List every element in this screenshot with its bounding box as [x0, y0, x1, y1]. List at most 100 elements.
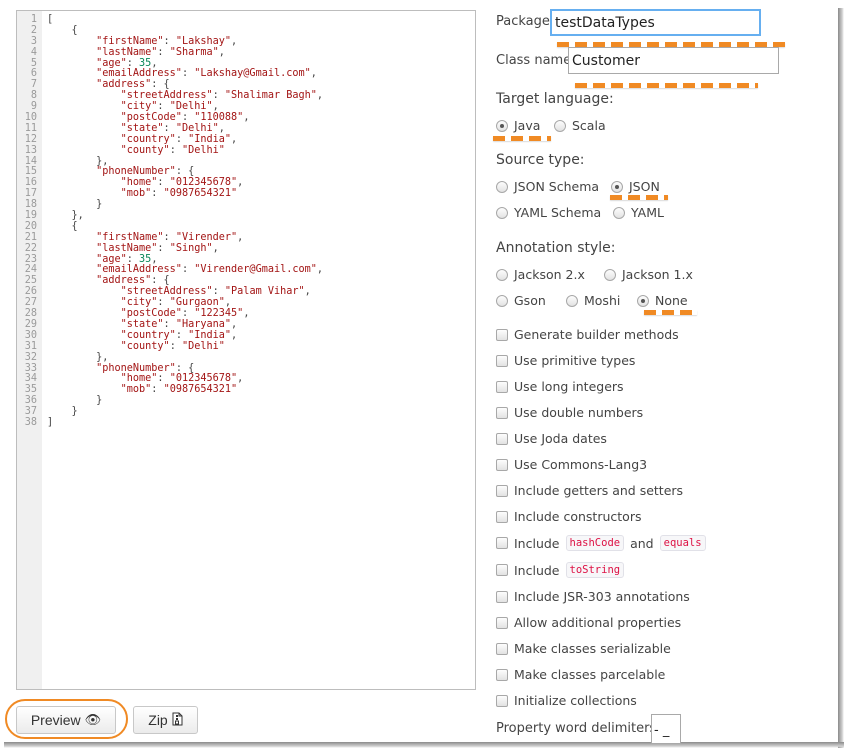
json-punctuation: : [126, 253, 140, 265]
json-punctuation: , [237, 231, 244, 243]
json-punctuation: , [231, 329, 238, 341]
checkbox[interactable] [496, 642, 508, 655]
json-punctuation: : [181, 68, 195, 80]
radio-button[interactable] [613, 206, 625, 219]
annotation-underline [493, 136, 551, 141]
checkbox-label: Use Commons-Lang3 [514, 457, 648, 472]
json-punctuation: , [212, 242, 219, 254]
json-key: "mob" [120, 188, 152, 200]
code-line: 19 }, [17, 210, 475, 222]
radio-button[interactable] [604, 268, 616, 281]
classname-input[interactable] [568, 47, 779, 74]
radio-button[interactable] [496, 180, 508, 193]
checkbox-option[interactable]: Generate builder methods [496, 327, 679, 342]
json-punctuation: : [151, 188, 164, 200]
checkbox[interactable] [496, 668, 508, 681]
checkbox[interactable] [496, 590, 508, 603]
checkbox[interactable] [496, 484, 508, 497]
radio-button[interactable] [637, 294, 649, 307]
checkbox[interactable] [496, 328, 508, 341]
json-string: "India" [188, 329, 232, 341]
radio-yaml[interactable]: YAML [613, 205, 664, 220]
checkbox-label: Make classes serializable [514, 641, 671, 656]
checkbox[interactable] [496, 564, 508, 576]
json-punctuation: : [169, 144, 182, 156]
checkbox-option[interactable]: Include constructors [496, 509, 641, 524]
json-punctuation: : [163, 122, 176, 134]
checkbox-option[interactable]: Use Joda dates [496, 431, 607, 446]
json-key: "postCode" [120, 112, 182, 124]
radio-yaml-schema[interactable]: YAML Schema [496, 205, 601, 220]
checkbox-label: Generate builder methods [514, 327, 679, 342]
json-string: "Delhi" [175, 122, 219, 134]
radio-json-schema[interactable]: JSON Schema [496, 179, 599, 194]
json-key: "state" [120, 122, 164, 134]
radio-scala[interactable]: Scala [554, 118, 606, 133]
checkbox-option[interactable]: Make classes parcelable [496, 667, 665, 682]
checkbox-label: Include constructors [514, 509, 642, 524]
code-area[interactable]: 1[2 {3 "firstName": "Lakshay", 4 "lastNam… [17, 14, 475, 429]
radio-button[interactable] [496, 119, 508, 132]
radio-gson[interactable]: Gson [496, 293, 546, 308]
json-punctuation: [ [47, 14, 54, 25]
radio-button[interactable] [566, 294, 578, 307]
checkbox-option[interactable]: Initialize collections [496, 693, 637, 708]
radio-none[interactable]: None [637, 293, 688, 308]
checkbox-hashcode-equals[interactable]: Include hashCode and equals [496, 535, 706, 551]
json-punctuation: } [71, 406, 78, 418]
checkbox[interactable] [496, 510, 508, 523]
checkbox-option[interactable]: Use long integers [496, 379, 624, 394]
checkbox-option[interactable]: Include JSR-303 annotations [496, 589, 690, 604]
checkbox-tostring[interactable]: Include toString [496, 562, 625, 578]
json-string: "012345678" [169, 177, 238, 189]
package-input[interactable] [550, 9, 761, 36]
json-string: "122345" [194, 308, 244, 320]
checkbox-option[interactable]: Use primitive types [496, 353, 635, 368]
checkbox-option[interactable]: Include getters and setters [496, 483, 683, 498]
json-editor[interactable]: 1[2 {3 "firstName": "Lakshay", 4 "lastNam… [16, 10, 476, 690]
json-punctuation: , [218, 46, 225, 58]
checkbox[interactable] [496, 616, 508, 629]
radio-button[interactable] [496, 268, 508, 281]
checkbox-option[interactable]: Allow additional properties [496, 615, 681, 630]
json-string: "0987654321" [163, 188, 238, 200]
json-punctuation: : { [175, 166, 195, 178]
radio-java[interactable]: Java [496, 118, 540, 133]
checkbox-option[interactable]: Make classes serializable [496, 641, 671, 656]
delimiters-label: Property word delimiters: [496, 721, 661, 736]
checkbox[interactable] [496, 354, 508, 367]
preview-button[interactable]: Preview 👁 [16, 706, 116, 734]
json-punctuation: : [181, 112, 195, 124]
radio-button[interactable] [496, 206, 508, 219]
checkbox-option[interactable]: Use double numbers [496, 405, 643, 420]
radio-moshi[interactable]: Moshi [566, 293, 620, 308]
checkbox-option[interactable]: Use Commons-Lang3 [496, 457, 647, 472]
radio-button[interactable] [496, 294, 508, 307]
radio-label: Gson [514, 293, 546, 308]
json-number: 35 [139, 253, 152, 265]
checkbox[interactable] [496, 406, 508, 419]
preview-label: Preview [30, 712, 81, 728]
delimiters-input[interactable]: - _ [651, 714, 681, 744]
line-number: 22 [24, 242, 37, 254]
json-punctuation: }, [96, 155, 109, 167]
checkbox[interactable] [496, 432, 508, 445]
radio-jackson2[interactable]: Jackson 2.x [496, 267, 585, 282]
code-line: 13 "county": "Delhi" [17, 144, 475, 157]
radio-button[interactable] [554, 119, 566, 132]
zip-button[interactable]: Zip [133, 706, 198, 734]
radio-json[interactable]: JSON [611, 179, 660, 194]
checkbox[interactable] [496, 694, 508, 707]
json-punctuation: } [96, 395, 103, 407]
json-punctuation: , [151, 57, 158, 69]
radio-button[interactable] [611, 180, 623, 193]
line-number: 32 [24, 351, 37, 363]
json-punctuation: : [175, 329, 189, 341]
checkbox-label: Use double numbers [514, 405, 644, 420]
checkbox[interactable] [496, 537, 508, 549]
checkbox[interactable] [496, 380, 508, 393]
radio-jackson1[interactable]: Jackson 1.x [604, 267, 693, 282]
checkbox[interactable] [496, 458, 508, 471]
json-string: "Lakshay" [175, 35, 232, 47]
json-string: "Delhi" [181, 340, 225, 352]
